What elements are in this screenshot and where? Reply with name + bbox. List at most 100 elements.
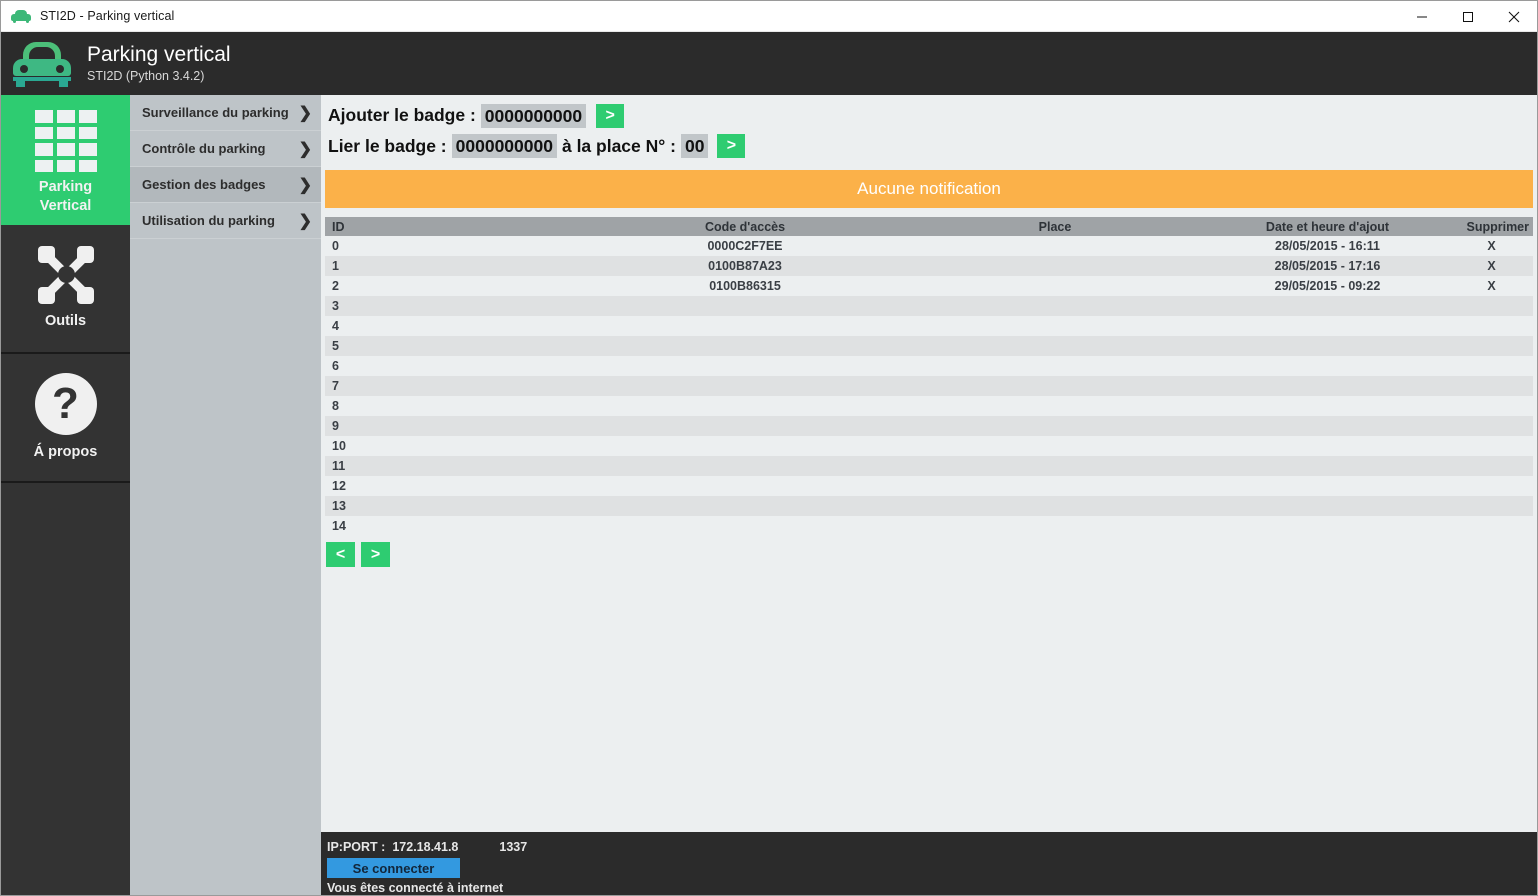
add-badge-label: Ajouter le badge :: [328, 105, 476, 125]
column-header-place: Place: [1038, 219, 1072, 234]
table-row[interactable]: 12: [325, 476, 1533, 496]
cell-id: 14: [332, 519, 346, 533]
column-header-date: Date et heure d'ajout: [1265, 219, 1390, 234]
sidebar-item-parking-vertical[interactable]: Parking Vertical: [1, 95, 130, 225]
connect-button[interactable]: Se connecter: [327, 858, 460, 878]
ip-port-label: IP:PORT :: [327, 839, 386, 854]
cell-date: 28/05/2015 - 16:11: [1275, 239, 1380, 253]
cell-id: 4: [332, 319, 339, 333]
sidebar-item-label: Outils: [44, 313, 87, 329]
cell-id: 10: [332, 439, 346, 453]
ip-address-value[interactable]: 172.18.41.8: [392, 840, 458, 854]
add-badge-submit-button[interactable]: >: [596, 103, 625, 128]
application-window: STI2D - Parking vertical Parking vertica…: [0, 0, 1538, 896]
delete-row-button[interactable]: X: [1450, 259, 1533, 273]
cell-date: 29/05/2015 - 09:22: [1274, 279, 1381, 293]
link-badge-place-input[interactable]: 00: [680, 134, 709, 158]
column-header-delete: Supprimer: [1466, 219, 1529, 234]
window-title: STI2D - Parking vertical: [40, 9, 175, 23]
table-row[interactable]: 14: [325, 516, 1533, 536]
table-row[interactable]: 13: [325, 496, 1533, 516]
delete-row-button[interactable]: X: [1450, 239, 1533, 253]
column-header-id: ID: [332, 219, 345, 234]
app-header: Parking vertical STI2D (Python 3.4.2): [1, 32, 1537, 95]
link-badge-submit-button[interactable]: >: [717, 134, 746, 158]
sidebar-item-label: Parking: [38, 179, 93, 195]
sidebar-item-label: Á propos: [33, 444, 98, 460]
table-row[interactable]: 0 0000C2F7EE 28/05/2015 - 16:11 X: [325, 236, 1533, 256]
question-icon: ?: [34, 373, 97, 435]
table-row[interactable]: 1 0100B87A23 28/05/2015 - 17:16 X: [325, 256, 1533, 276]
add-badge-input[interactable]: 0000000000: [480, 103, 587, 128]
badges-table: ID Code d'accès Place Date et heure d'aj…: [325, 217, 1533, 536]
port-value[interactable]: 1337: [499, 840, 527, 854]
cell-date: 28/05/2015 - 17:16: [1274, 259, 1381, 273]
table-row[interactable]: 10: [325, 436, 1533, 456]
cell-id: 8: [332, 399, 339, 413]
column-header-code: Code d'accès: [704, 219, 786, 234]
car-icon: [11, 8, 31, 24]
menu-item-label: Gestion des badges: [142, 177, 266, 192]
chevron-right-icon: ❯: [298, 212, 312, 230]
next-page-button[interactable]: >: [361, 542, 390, 567]
status-bar: IP:PORT : 172.18.41.8 1337 Se connecter …: [321, 832, 1537, 895]
title-bar: STI2D - Parking vertical: [1, 1, 1537, 32]
table-row[interactable]: 3: [325, 296, 1533, 316]
menu-item-label: Contrôle du parking: [142, 141, 266, 156]
add-badge-row: Ajouter le badge : 0000000000 >: [321, 100, 1537, 131]
chevron-right-icon: ❯: [298, 140, 312, 158]
sidebar-item-outils[interactable]: Outils: [1, 225, 130, 354]
menu-panel: Surveillance du parking ❯ Contrôle du pa…: [130, 95, 321, 895]
window-controls: [1399, 1, 1537, 32]
delete-row-button[interactable]: X: [1450, 279, 1533, 293]
previous-page-button[interactable]: <: [326, 542, 355, 567]
notification-banner: Aucune notification: [325, 170, 1533, 208]
menu-item-utilisation-du-parking[interactable]: Utilisation du parking ❯: [130, 203, 321, 239]
cell-id: 9: [332, 419, 339, 433]
link-badge-place-label: à la place N° :: [561, 135, 676, 156]
table-row[interactable]: 7: [325, 376, 1533, 396]
car-icon: [11, 41, 73, 87]
link-badge-label: Lier le badge :: [328, 135, 447, 156]
table-row[interactable]: 9: [325, 416, 1533, 436]
cell-id: 11: [332, 459, 346, 473]
cell-id: 0: [332, 239, 339, 253]
table-header-row: ID Code d'accès Place Date et heure d'aj…: [325, 217, 1533, 236]
table-row[interactable]: 6: [325, 356, 1533, 376]
link-badge-input[interactable]: 0000000000: [451, 134, 557, 158]
cell-id: 13: [332, 499, 346, 513]
connection-status-text: Vous êtes connecté à internet: [327, 881, 504, 895]
menu-item-surveillance-du-parking[interactable]: Surveillance du parking ❯: [130, 95, 321, 131]
sidebar-item-a-propos[interactable]: ? Á propos: [1, 354, 130, 483]
tools-icon: [36, 246, 96, 304]
cell-id: 7: [332, 379, 339, 393]
chevron-right-icon: ❯: [298, 176, 312, 194]
content-area: Ajouter le badge : 0000000000 > Lier le …: [321, 95, 1537, 832]
cell-code: 0100B86315: [709, 279, 781, 293]
table-row[interactable]: 8: [325, 396, 1533, 416]
cell-id: 1: [332, 259, 339, 273]
cell-id: 3: [332, 299, 339, 313]
maximize-icon[interactable]: [1445, 1, 1491, 32]
table-row[interactable]: 5: [325, 336, 1533, 356]
page-subtitle: STI2D (Python 3.4.2): [87, 68, 205, 83]
cell-id: 12: [332, 479, 346, 493]
chevron-right-icon: ❯: [298, 104, 312, 122]
cell-id: 6: [332, 359, 339, 373]
table-row[interactable]: 4: [325, 316, 1533, 336]
grid-icon: [34, 110, 97, 172]
cell-id: 2: [332, 279, 339, 293]
menu-item-gestion-des-badges[interactable]: Gestion des badges ❯: [130, 167, 321, 203]
cell-id: 5: [332, 339, 339, 353]
sidebar-item-label-2: Vertical: [39, 198, 92, 214]
table-row[interactable]: 11: [325, 456, 1533, 476]
sidebar-rail: Parking Vertical Outils ? Á propos: [1, 95, 130, 895]
menu-item-label: Utilisation du parking: [142, 213, 275, 228]
table-row[interactable]: 2 0100B86315 29/05/2015 - 09:22 X: [325, 276, 1533, 296]
close-icon[interactable]: [1491, 1, 1537, 32]
minimize-icon[interactable]: [1399, 1, 1445, 32]
menu-item-label: Surveillance du parking: [142, 105, 289, 120]
cell-code: 0100B87A23: [708, 259, 782, 273]
link-badge-row: Lier le badge : 0000000000 à la place N°…: [321, 131, 1537, 161]
menu-item-controle-du-parking[interactable]: Contrôle du parking ❯: [130, 131, 321, 167]
